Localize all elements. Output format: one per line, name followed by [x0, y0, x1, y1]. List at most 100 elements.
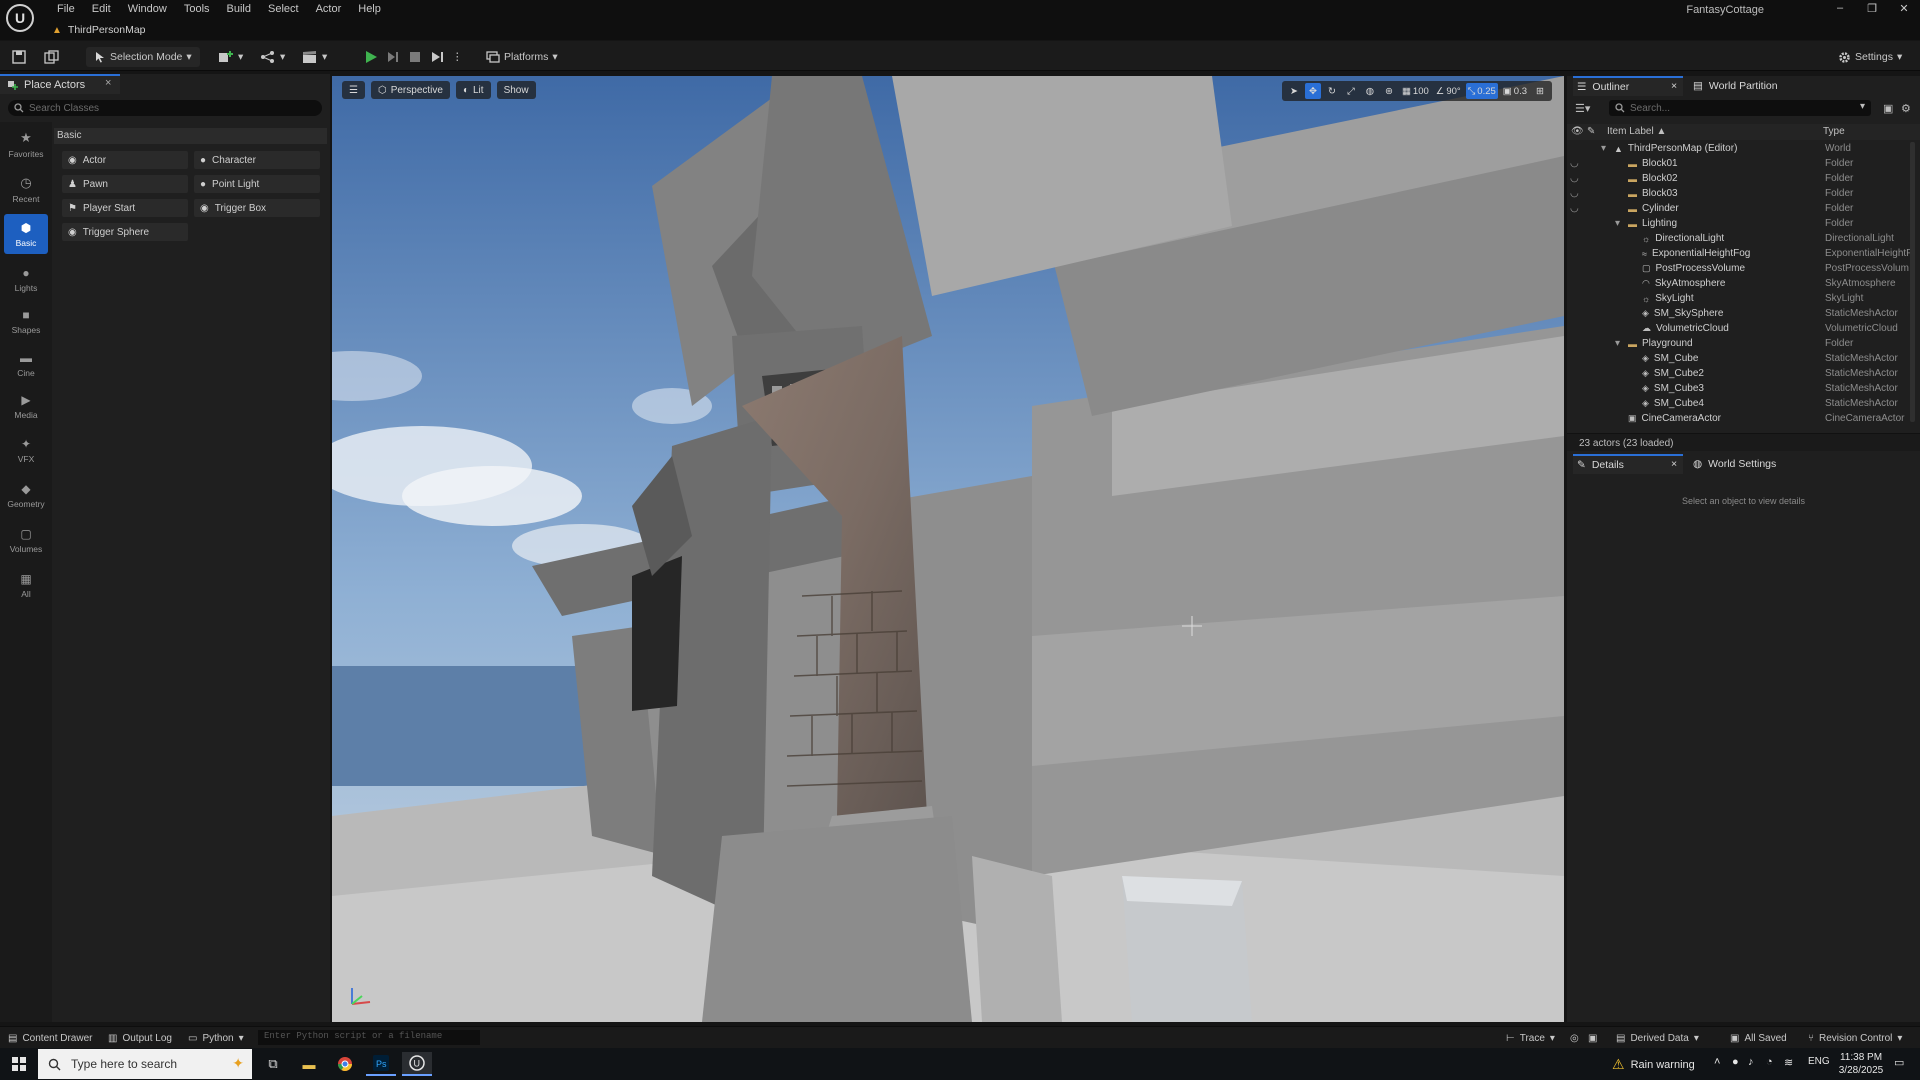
category-favorites[interactable]: ★ Favorites [4, 124, 48, 164]
show-button[interactable]: Show [496, 81, 536, 99]
category-recent[interactable]: ◷ Recent [4, 169, 48, 209]
viewport-options-button[interactable]: ☰ [342, 81, 365, 99]
camera-capture-icon[interactable]: ▣ [1588, 1031, 1597, 1045]
menu-tools[interactable]: Tools [175, 1, 218, 17]
visibility-eye-icon[interactable]: ◡ [1570, 173, 1579, 184]
scale-snap-button[interactable]: ⤡ 0.25 [1465, 83, 1498, 99]
view-mode-button[interactable]: ◐ Lit [455, 81, 491, 99]
category-basic[interactable]: ⬢ Basic [4, 214, 48, 254]
category-all[interactable]: ▦ All [4, 565, 48, 605]
category-volumes[interactable]: ▢ Volumes [4, 520, 48, 560]
visibility-eye-icon[interactable]: ◡ [1570, 188, 1579, 199]
menu-edit[interactable]: Edit [83, 1, 119, 17]
advance-frame-button[interactable] [386, 47, 400, 67]
actor-item-point-light[interactable]: ● Point Light [194, 175, 320, 193]
expand-arrow-icon[interactable]: ▾ [1601, 143, 1609, 154]
actor-item-pawn[interactable]: ♟ Pawn [62, 175, 188, 193]
play-button[interactable] [364, 47, 378, 67]
browse-content-icon[interactable] [44, 47, 59, 67]
taskbar-search-input[interactable]: Type here to search ✦ [38, 1049, 252, 1079]
menu-actor[interactable]: Actor [307, 1, 350, 17]
photoshop-icon[interactable]: Ps [366, 1052, 396, 1076]
stop-button[interactable] [408, 47, 422, 67]
cinematics-button[interactable]: ▾ [302, 47, 327, 67]
type-column[interactable]: Type [1823, 126, 1845, 137]
record-icon[interactable]: ◎ [1570, 1031, 1579, 1045]
outliner-row[interactable]: ◠ SkyAtmosphere SkyAtmosphere [1567, 277, 1912, 292]
unreal-logo-icon[interactable]: U [6, 4, 34, 32]
network-icon[interactable]: ◔ [1766, 1056, 1773, 1068]
outliner-row[interactable]: ▣ CineCameraActor CineCameraActor [1567, 412, 1912, 427]
platforms-dropdown[interactable]: Platforms ▾ [486, 47, 558, 67]
visibility-eye-icon[interactable]: ◡ [1570, 203, 1579, 214]
outliner-row[interactable]: ☼ DirectionalLight DirectionalLight [1567, 232, 1912, 247]
scale-tool-icon[interactable]: ⤢ [1343, 83, 1359, 99]
select-tool-icon[interactable]: ➤ [1286, 83, 1302, 99]
world-settings-tab[interactable]: ◍ World Settings [1693, 454, 1776, 474]
eject-button[interactable] [430, 47, 444, 67]
item-label-column[interactable]: Item Label ▲ [1607, 126, 1666, 137]
rotate-tool-icon[interactable]: ↻ [1324, 83, 1340, 99]
maximize-button[interactable]: ❐ [1858, 2, 1886, 16]
outliner-row[interactable]: ◈ SM_Cube2 StaticMeshActor [1567, 367, 1912, 382]
save-icon[interactable] [12, 47, 26, 67]
category-lights[interactable]: ● Lights [4, 259, 48, 299]
settings-dropdown[interactable]: Settings ▾ [1838, 47, 1902, 67]
category-vfx[interactable]: ✦ VFX [4, 430, 48, 470]
scene-render[interactable] [332, 76, 1564, 1022]
selection-mode-dropdown[interactable]: Selection Mode ▾ [86, 47, 200, 67]
visibility-eye-icon[interactable]: 👁 [1571, 126, 1584, 137]
filter-icon[interactable]: ☰▾ [1575, 102, 1590, 115]
revision-control-dropdown[interactable]: ⑂ Revision Control ▾ [1808, 1031, 1902, 1045]
menu-file[interactable]: File [48, 1, 83, 17]
language-indicator[interactable]: ENG [1808, 1056, 1830, 1067]
microphone-icon[interactable]: ● [1732, 1056, 1739, 1068]
menu-window[interactable]: Window [119, 1, 175, 17]
outliner-row[interactable]: ◈ SM_Cube4 StaticMeshActor [1567, 397, 1912, 412]
add-actor-button[interactable]: ▾ [218, 47, 243, 67]
windows-start-icon[interactable] [4, 1052, 34, 1076]
show-hidden-icons-icon[interactable]: ˄ [1714, 1056, 1720, 1068]
maximize-viewport-icon[interactable]: ⊞ [1532, 83, 1548, 99]
content-drawer-button[interactable]: ▤ Content Drawer [8, 1031, 92, 1045]
blueprints-button[interactable]: ▾ [260, 47, 285, 67]
outliner-row[interactable]: ▾ ▬ Playground Folder [1567, 337, 1912, 352]
world-partition-tab[interactable]: ▤ World Partition [1693, 76, 1778, 96]
actor-item-trigger-sphere[interactable]: ◉ Trigger Sphere [62, 223, 188, 241]
outliner-scrollbar[interactable] [1910, 142, 1915, 422]
outliner-row[interactable]: ◈ SM_Cube3 StaticMeshActor [1567, 382, 1912, 397]
outliner-row[interactable]: ◡ ▬ Block01 Folder [1567, 157, 1912, 172]
world-local-icon[interactable]: ◍ [1362, 83, 1378, 99]
outliner-row[interactable]: ◡ ▬ Cylinder Folder [1567, 202, 1912, 217]
close-button[interactable]: ✕ [1890, 2, 1918, 16]
task-view-icon[interactable]: ⧉ [258, 1052, 288, 1076]
outliner-row[interactable]: ☁ VolumetricCloud VolumetricCloud [1567, 322, 1912, 337]
outliner-row[interactable]: ≈ ExponentialHeightFog ExponentialHeightF [1567, 247, 1912, 262]
derived-data-dropdown[interactable]: ▤ Derived Data ▾ [1616, 1031, 1699, 1045]
details-tab[interactable]: ✎ Details [1573, 454, 1683, 474]
outliner-row[interactable]: ▾ ▬ Lighting Folder [1567, 217, 1912, 232]
menu-help[interactable]: Help [349, 1, 389, 17]
rotation-snap-button[interactable]: ∠ 90° [1434, 83, 1463, 99]
outliner-tab[interactable]: ☰ Outliner [1573, 76, 1683, 96]
category-cine[interactable]: ▬ Cine [4, 344, 48, 384]
visibility-eye-icon[interactable]: ◡ [1570, 158, 1579, 169]
actor-item-player-start[interactable]: ⚑ Player Start [62, 199, 188, 217]
python-command-input[interactable]: Enter Python script or a filename [258, 1030, 480, 1045]
details-close-icon[interactable]: × [1671, 454, 1677, 474]
place-actors-tab[interactable]: Place Actors [0, 74, 120, 94]
outliner-search-input[interactable]: Search... ▾ [1609, 100, 1871, 116]
expand-arrow-icon[interactable]: ▾ [1615, 338, 1623, 349]
python-dropdown[interactable]: ▭ Python ▾ [188, 1031, 244, 1045]
chrome-icon[interactable] [330, 1052, 360, 1076]
weather-widget[interactable]: ⚠ Rain warning [1612, 1056, 1695, 1073]
outliner-row[interactable]: ◈ SM_Cube StaticMeshActor [1567, 352, 1912, 367]
surface-snap-icon[interactable]: ⊛ [1381, 83, 1397, 99]
outliner-row[interactable]: ▢ PostProcessVolume PostProcessVolum [1567, 262, 1912, 277]
outliner-row[interactable]: ◡ ▬ Block03 Folder [1567, 187, 1912, 202]
gear-icon[interactable]: ⚙ [1901, 102, 1911, 115]
file-explorer-icon[interactable]: ▬ [294, 1052, 324, 1076]
trace-dropdown[interactable]: ⊢ Trace ▾ [1506, 1031, 1555, 1045]
menu-build[interactable]: Build [218, 1, 259, 17]
search-classes-input[interactable]: Search Classes [8, 100, 322, 116]
